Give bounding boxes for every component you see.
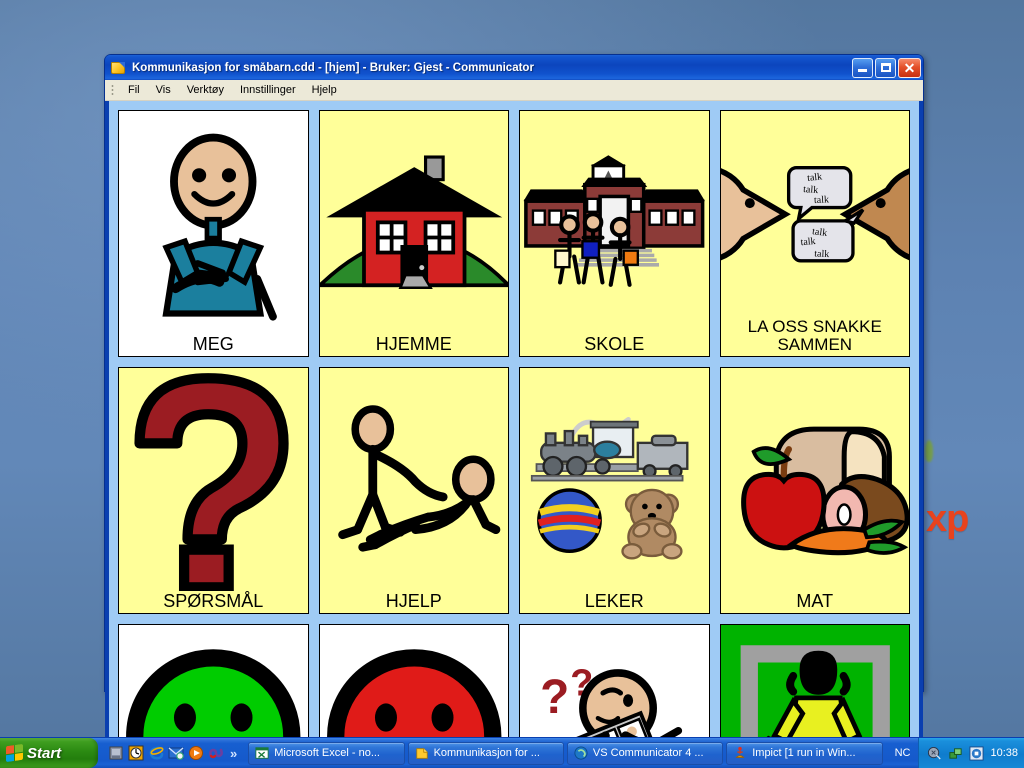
cell-hjemme[interactable]: HJEMME: [318, 110, 509, 358]
window-title: Kommunikasjon for småbarn.cdd - [hjem] -…: [132, 61, 534, 74]
start-label: Start: [27, 744, 62, 762]
task-label: Impict [1 run in Win...: [752, 747, 856, 759]
windows-flag-icon: [6, 743, 23, 763]
board-frame: MEG HJEMME SKOLE talk talk talk talk tal…: [105, 101, 923, 768]
cell-label: SKOLE: [584, 333, 645, 354]
window-titlebar[interactable]: Kommunikasjon for småbarn.cdd - [hjem] -…: [105, 55, 923, 80]
task-button-vs-communicator[interactable]: VS Communicator 4 ...: [566, 741, 724, 765]
question-mark-icon: [119, 368, 308, 591]
folder-page-icon: [415, 748, 428, 759]
house-icon: [319, 111, 508, 334]
communication-board-grid: MEG HJEMME SKOLE talk talk talk talk tal…: [109, 101, 919, 768]
communicator-tray-icon[interactable]: [969, 745, 984, 761]
svg-text:talk: talk: [806, 171, 822, 184]
minimize-button[interactable]: [852, 57, 873, 78]
food-bread-apple-carrot-icon: [721, 368, 909, 591]
cell-label: LEKER: [584, 590, 644, 611]
cell-label: HJEMME: [375, 333, 452, 354]
svg-text:talk: talk: [800, 236, 816, 248]
quick-launch-overflow-chevron[interactable]: »: [228, 746, 239, 761]
excel-icon: [255, 747, 269, 759]
maximize-button[interactable]: [875, 57, 896, 78]
wallpaper-flare: [925, 440, 933, 462]
close-button[interactable]: ✕: [898, 57, 921, 78]
cell-label: HJELP: [385, 590, 442, 611]
folder-page-icon: [110, 60, 127, 75]
task-list: Microsoft Excel - no... Kommunikasjon fo…: [244, 738, 886, 768]
clock[interactable]: 10:38: [990, 747, 1018, 759]
cell-leker[interactable]: LEKER: [519, 367, 710, 615]
cell-label: SPØRSMÅL: [163, 590, 264, 611]
cell-mat[interactable]: MAT: [719, 367, 910, 615]
quick-launch-bar: »: [98, 738, 244, 768]
show-desktop-icon[interactable]: [108, 745, 124, 761]
person-helping-person-icon: [320, 368, 509, 591]
start-button[interactable]: Start: [0, 738, 98, 768]
cell-label: LA OSS SNAKKE SAMMEN: [747, 317, 882, 354]
cell-label: MEG: [192, 333, 234, 354]
two-talking-heads-icon: talk talk talk talk talk talk: [720, 111, 909, 317]
task-button-impict[interactable]: Impict [1 run in Win...: [726, 741, 883, 765]
menu-item-verktoy[interactable]: Verktøy: [179, 82, 232, 98]
menu-bar: Fil Vis Verktøy Innstillinger Hjelp: [105, 80, 923, 101]
internet-explorer-icon[interactable]: [148, 745, 164, 761]
msn-icon[interactable]: [208, 745, 224, 761]
menu-item-hjelp[interactable]: Hjelp: [304, 82, 345, 98]
toys-train-ball-bear-icon: [520, 368, 709, 591]
outlook-express-icon[interactable]: [168, 745, 184, 761]
application-window: Kommunikasjon for småbarn.cdd - [hjem] -…: [104, 54, 924, 768]
volume-icon[interactable]: [927, 746, 942, 761]
school-icon: [520, 111, 709, 334]
person-pointing-self-icon: [119, 111, 308, 334]
task-label: Microsoft Excel - no...: [274, 747, 380, 759]
cell-hjelp[interactable]: HJELP: [318, 367, 509, 615]
communicator-icon: [574, 746, 588, 760]
task-label: Kommunikasjon for ...: [433, 747, 540, 759]
svg-text:?: ?: [540, 671, 569, 724]
task-button-kommunikasjon[interactable]: Kommunikasjon for ...: [407, 741, 564, 765]
impict-icon: [735, 746, 745, 758]
cell-meg[interactable]: MEG: [118, 110, 309, 358]
cell-sporsmal[interactable]: SPØRSMÅL: [118, 367, 309, 615]
media-player-icon[interactable]: [188, 745, 204, 761]
language-indicator[interactable]: NC: [887, 747, 919, 759]
menu-item-fil[interactable]: Fil: [120, 82, 148, 98]
task-label: VS Communicator 4 ...: [592, 747, 704, 759]
cell-label: MAT: [796, 590, 834, 611]
cell-la-oss-snakke-sammen[interactable]: talk talk talk talk talk talk LA OSS SNA…: [719, 110, 910, 358]
taskbar: Start » Microsoft Excel - no... Kommunik…: [0, 737, 1024, 768]
svg-text:talk: talk: [813, 194, 829, 206]
cell-skole[interactable]: SKOLE: [519, 110, 710, 358]
system-tray: 10:38: [918, 738, 1024, 768]
network-icon[interactable]: [948, 746, 963, 761]
windows-xp-logo-text: xp: [926, 498, 969, 540]
menu-item-vis[interactable]: Vis: [148, 82, 179, 98]
menu-drag-handle[interactable]: [109, 83, 116, 97]
menu-item-innstillinger[interactable]: Innstillinger: [232, 82, 304, 98]
svg-text:talk: talk: [813, 248, 829, 260]
window-controls: ✕: [852, 57, 921, 78]
task-button-excel[interactable]: Microsoft Excel - no...: [248, 741, 405, 765]
clock-icon[interactable]: [128, 745, 144, 761]
